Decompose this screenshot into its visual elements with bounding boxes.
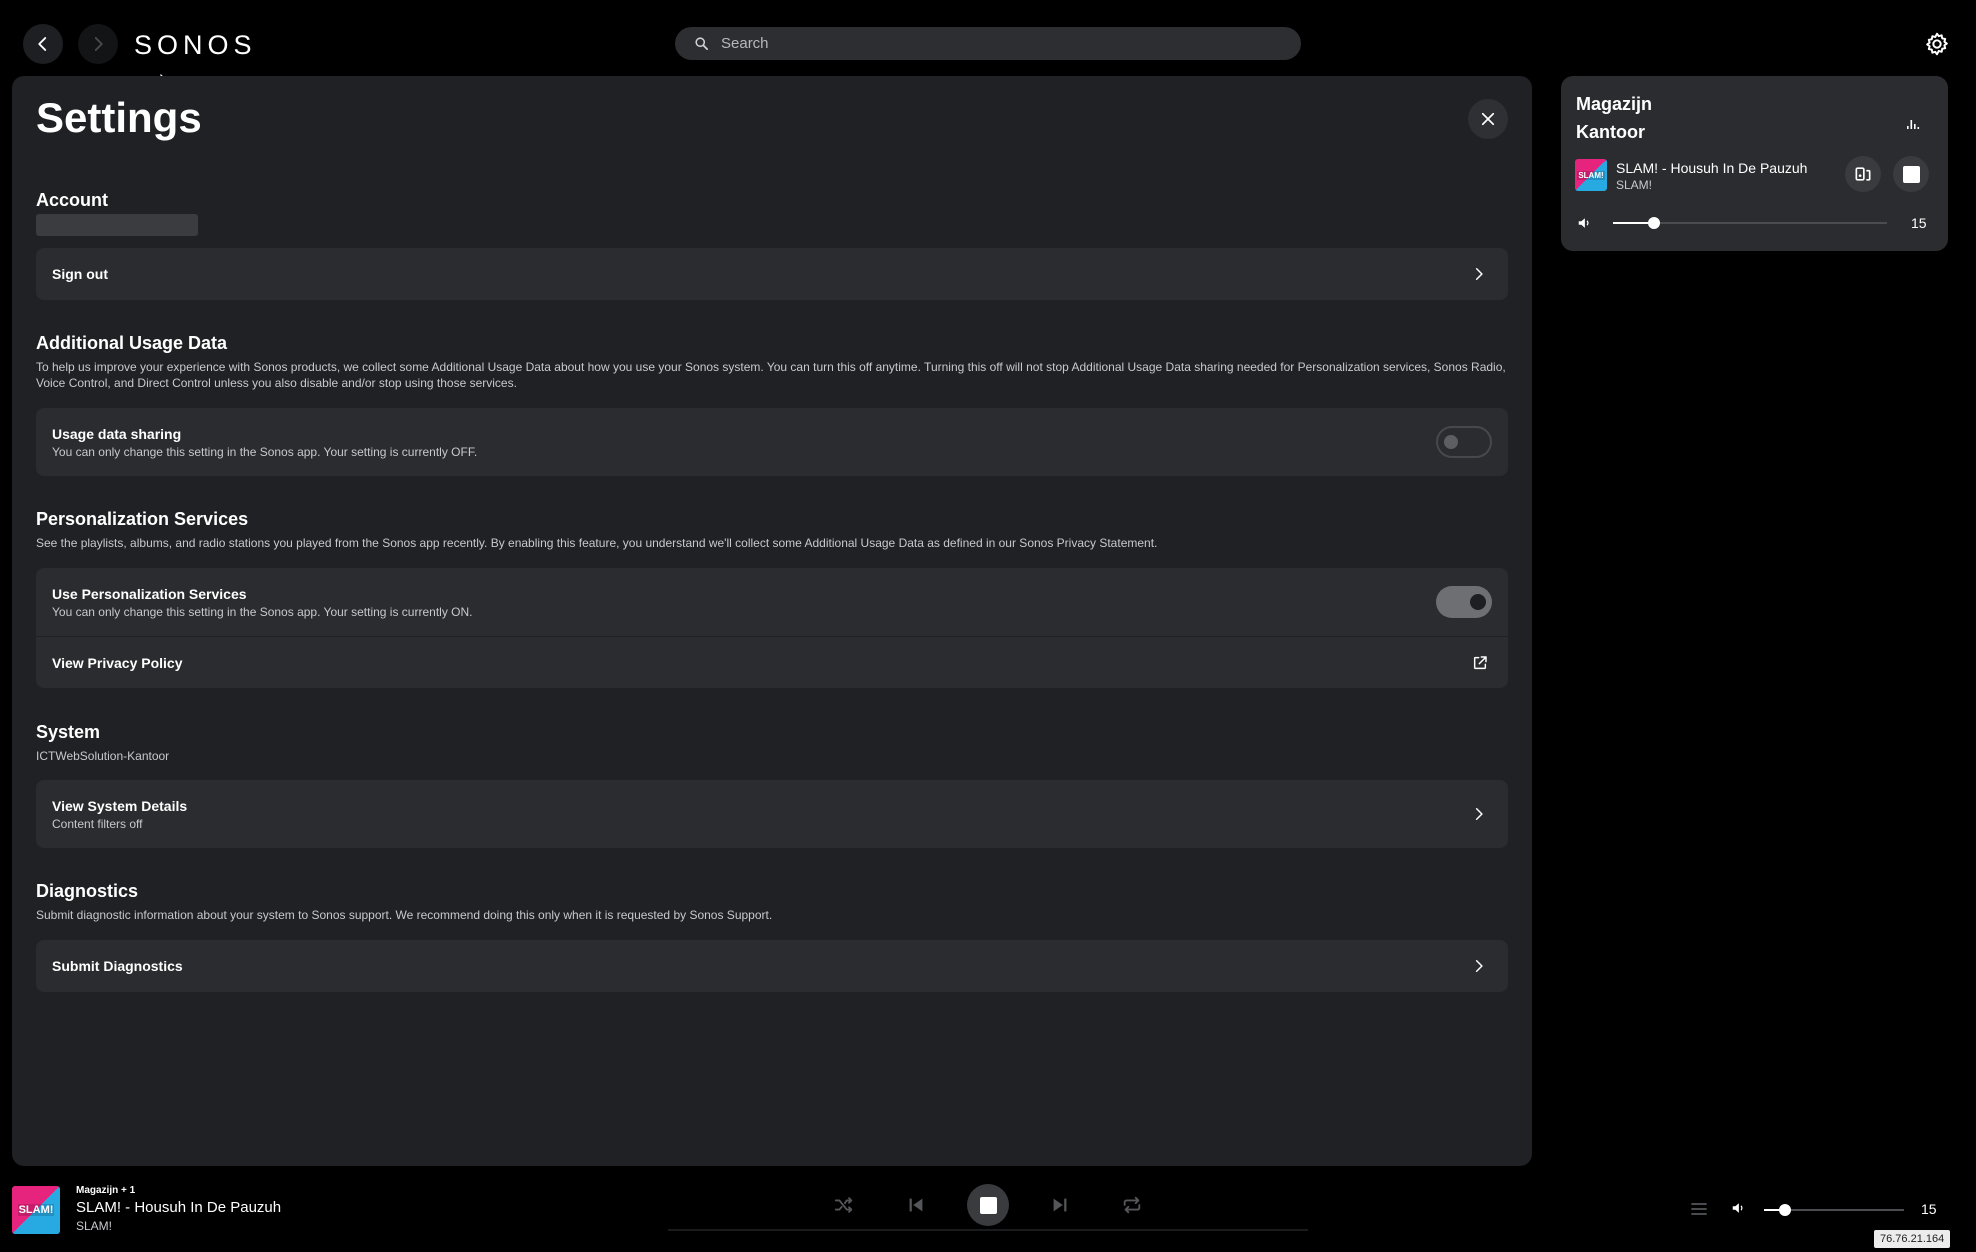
next-icon	[1053, 1198, 1067, 1212]
room-name-primary: Magazijn	[1576, 94, 1653, 114]
player-station-name: SLAM!	[76, 1219, 113, 1233]
usage-sharing-sub: You can only change this setting in the …	[52, 444, 478, 459]
personalization-title: Personalization Services	[36, 509, 249, 529]
personalization-sub: You can only change this setting in the …	[52, 604, 473, 619]
personalization-toggle[interactable]	[1436, 586, 1492, 618]
forward-button[interactable]	[78, 24, 118, 64]
page-title: Settings	[36, 94, 202, 141]
gear-icon[interactable]	[1924, 31, 1950, 57]
now-playing-card[interactable]: Magazijn Kantoor SLAM! SLAM! - Housuh In…	[1561, 76, 1948, 251]
usage-sharing-toggle[interactable]	[1436, 426, 1492, 458]
external-link-icon	[1473, 655, 1487, 669]
volume-level: 15	[1921, 1201, 1937, 1217]
diagnostics-description: Submit diagnostic information about your…	[36, 908, 773, 922]
back-button[interactable]	[23, 24, 63, 64]
bottom-player: SLAM! Magazijn + 1 SLAM! - Housuh In De …	[0, 1166, 1976, 1252]
close-button[interactable]	[1468, 99, 1508, 139]
previous-button[interactable]	[901, 1190, 931, 1220]
account-card: Sign out	[36, 248, 1508, 300]
progress-bar[interactable]	[668, 1229, 1308, 1231]
room-name-secondary: Kantoor	[1576, 122, 1645, 142]
group-button[interactable]	[1845, 156, 1881, 192]
system-name: ICTWebSolution-Kantoor	[36, 749, 170, 763]
submit-diagnostics-row[interactable]: Submit Diagnostics	[36, 940, 1508, 992]
back-icon	[38, 37, 47, 51]
album-art[interactable]: SLAM!	[12, 1186, 60, 1234]
system-title: System	[36, 722, 101, 742]
usage-description: To help us improve your experience with …	[36, 360, 1506, 390]
account-title: Account	[36, 190, 108, 210]
station-name: SLAM!	[1616, 178, 1653, 192]
player-room[interactable]: Magazijn + 1	[76, 1185, 135, 1196]
diagnostics-title: Diagnostics	[36, 881, 139, 901]
toggle-knob	[1444, 435, 1458, 449]
diagnostics-card: Submit Diagnostics	[36, 940, 1508, 992]
usage-sharing-label: Usage data sharing	[52, 425, 182, 442]
system-card: View System Details Content filters off	[36, 780, 1508, 848]
shuffle-button[interactable]	[829, 1190, 859, 1220]
volume-slider[interactable]	[1764, 1204, 1904, 1216]
search-input[interactable]	[721, 35, 1281, 52]
next-button[interactable]	[1045, 1190, 1075, 1220]
shuffle-icon	[834, 1197, 853, 1213]
privacy-policy-label: View Privacy Policy	[52, 654, 183, 671]
personalization-label: Use Personalization Services	[52, 585, 247, 602]
previous-icon	[909, 1198, 923, 1212]
stop-icon	[979, 1196, 997, 1214]
track-title: SLAM! - Housuh In De Pauzuh	[1616, 160, 1808, 176]
stop-button[interactable]	[967, 1184, 1009, 1226]
album-art-text: SLAM!	[1577, 170, 1605, 180]
player-track-title: SLAM! - Housuh In De Pauzuh	[76, 1199, 282, 1216]
search-bar[interactable]	[675, 27, 1301, 60]
personalization-row: Use Personalization Services You can onl…	[36, 568, 1508, 636]
volume-icon[interactable]	[1577, 216, 1591, 230]
album-art: SLAM!	[1575, 159, 1607, 191]
personalization-card: Use Personalization Services You can onl…	[36, 568, 1508, 688]
submit-diagnostics-label: Submit Diagnostics	[52, 958, 183, 974]
usage-card: Usage data sharing You can only change t…	[36, 408, 1508, 476]
sign-out-label: Sign out	[52, 266, 108, 282]
repeat-icon	[1123, 1196, 1141, 1214]
system-details-label: View System Details	[52, 797, 188, 814]
usage-sharing-row: Usage data sharing You can only change t…	[36, 408, 1508, 476]
close-icon	[1481, 112, 1495, 126]
system-details-row[interactable]: View System Details Content filters off	[36, 780, 1508, 848]
album-art-text: SLAM!	[17, 1204, 55, 1216]
volume-thumb[interactable]	[1779, 1204, 1791, 1216]
personalization-description: See the playlists, albums, and radio sta…	[36, 536, 1158, 550]
stop-icon	[1902, 165, 1920, 183]
settings-panel: Settings Account Sign out Additional Usa…	[12, 76, 1532, 1166]
stop-button[interactable]	[1893, 156, 1929, 192]
chevron-right-icon	[1475, 959, 1483, 973]
volume-level: 15	[1911, 215, 1927, 231]
privacy-policy-row[interactable]: View Privacy Policy	[36, 636, 1508, 688]
queue-icon[interactable]	[1690, 1200, 1708, 1218]
volume-icon[interactable]	[1731, 1201, 1745, 1215]
search-icon	[695, 37, 708, 50]
group-icon	[1855, 167, 1871, 181]
usage-title: Additional Usage Data	[36, 333, 228, 353]
chevron-right-icon	[1475, 807, 1483, 821]
volume-slider[interactable]	[1613, 217, 1887, 229]
equalizer-icon	[1907, 120, 1920, 129]
volume-thumb[interactable]	[1648, 217, 1661, 229]
sign-out-row[interactable]: Sign out	[36, 248, 1508, 300]
forward-icon	[94, 37, 103, 51]
sonos-logo[interactable]: SONOS	[134, 30, 257, 61]
top-bar: SONOS	[0, 0, 1976, 94]
repeat-button[interactable]	[1117, 1190, 1147, 1220]
account-email-redacted	[36, 214, 198, 236]
system-details-sub: Content filters off	[52, 816, 143, 831]
chevron-right-icon	[1475, 267, 1483, 281]
ip-address-badge: 76.76.21.164	[1874, 1230, 1951, 1248]
toggle-knob	[1470, 594, 1486, 610]
